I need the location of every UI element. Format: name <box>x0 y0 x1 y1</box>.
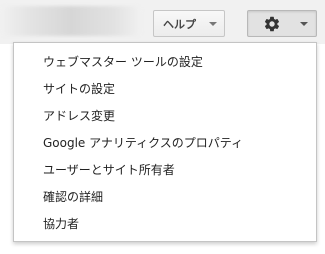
menu-item-google-analytics-property[interactable]: Google アナリティクスのプロパティ <box>14 130 316 157</box>
top-bar: ヘルプ <box>0 0 325 44</box>
blurred-site-selector <box>0 6 142 36</box>
settings-button[interactable] <box>247 10 317 37</box>
help-button[interactable]: ヘルプ <box>153 10 225 37</box>
menu-item-site-settings[interactable]: サイトの設定 <box>14 76 316 103</box>
settings-dropdown-menu: ウェブマスター ツールの設定 サイトの設定 アドレス変更 Google アナリテ… <box>13 42 317 242</box>
menu-item-webmaster-tools-settings[interactable]: ウェブマスター ツールの設定 <box>14 49 316 76</box>
menu-item-associates[interactable]: 協力者 <box>14 211 316 238</box>
menu-item-change-of-address[interactable]: アドレス変更 <box>14 103 316 130</box>
menu-item-users-and-site-owners[interactable]: ユーザーとサイト所有者 <box>14 157 316 184</box>
chevron-down-icon <box>300 22 308 26</box>
menu-item-verification-details[interactable]: 確認の詳細 <box>14 184 316 211</box>
gear-icon <box>264 16 280 32</box>
chevron-down-icon <box>209 22 217 26</box>
help-button-label: ヘルプ <box>163 17 196 31</box>
